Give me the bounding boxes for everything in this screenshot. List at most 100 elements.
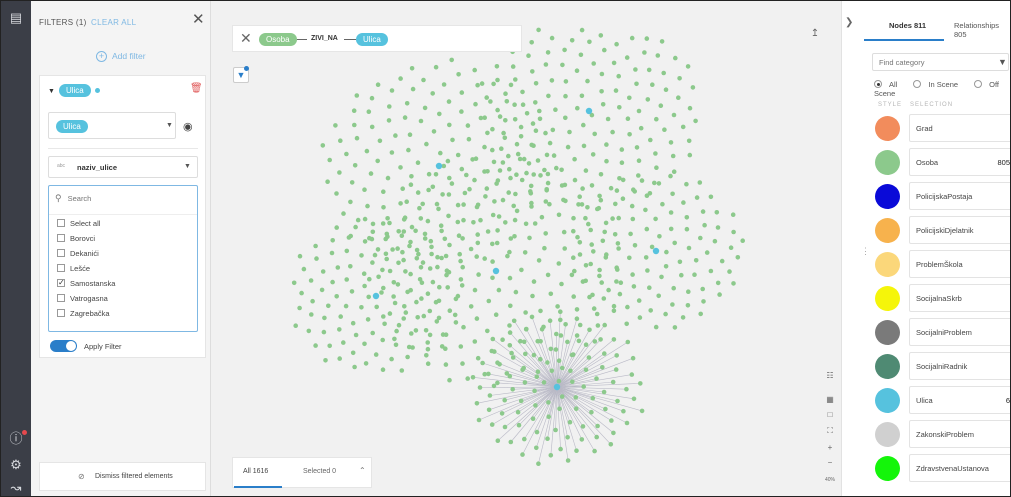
osoba-node[interactable]: [484, 186, 490, 191]
osoba-node[interactable]: [490, 241, 495, 247]
osoba-node[interactable]: [363, 361, 369, 366]
osoba-node[interactable]: [450, 137, 455, 143]
osoba-node[interactable]: [512, 117, 518, 122]
osoba-node[interactable]: [583, 278, 588, 284]
osoba-node[interactable]: [429, 244, 434, 250]
osoba-node[interactable]: [598, 197, 604, 203]
osoba-node[interactable]: [380, 367, 386, 373]
find-category-input[interactable]: [879, 58, 989, 67]
osoba-node[interactable]: [431, 129, 437, 134]
osoba-node[interactable]: [612, 232, 618, 237]
osoba-node[interactable]: [496, 214, 502, 219]
osoba-node[interactable]: [636, 108, 642, 114]
osoba-node[interactable]: [313, 343, 318, 348]
category-row[interactable]: SocijalniRadnik: [873, 350, 1010, 384]
osoba-node[interactable]: [440, 192, 445, 197]
osoba-node[interactable]: [499, 411, 505, 416]
osoba-node[interactable]: [630, 272, 635, 277]
osoba-node[interactable]: [467, 186, 472, 192]
osoba-node[interactable]: [673, 55, 678, 61]
osoba-node[interactable]: [334, 294, 339, 299]
osoba-node[interactable]: [627, 255, 632, 261]
osoba-node[interactable]: [400, 186, 405, 191]
osoba-node[interactable]: [708, 268, 714, 274]
find-category-field[interactable]: ▼: [872, 53, 1009, 71]
osoba-node[interactable]: [293, 323, 298, 329]
osoba-node[interactable]: [344, 277, 349, 282]
osoba-node[interactable]: [659, 39, 665, 44]
osoba-node[interactable]: [319, 287, 325, 293]
osoba-node[interactable]: [668, 140, 674, 145]
osoba-node[interactable]: [458, 277, 464, 282]
osoba-node[interactable]: [409, 224, 415, 230]
osoba-node[interactable]: [611, 337, 617, 342]
osoba-node[interactable]: [510, 64, 516, 69]
osoba-node[interactable]: [581, 384, 586, 389]
osoba-node[interactable]: [715, 280, 721, 286]
osoba-node[interactable]: [433, 172, 439, 177]
osoba-node[interactable]: [408, 287, 413, 293]
osoba-node[interactable]: [362, 216, 368, 222]
osoba-node[interactable]: [514, 172, 519, 177]
osoba-node[interactable]: [522, 436, 527, 442]
hierarchy-layout-icon[interactable]: ☷: [823, 369, 837, 383]
osoba-node[interactable]: [602, 229, 607, 235]
osoba-node[interactable]: [571, 228, 576, 234]
osoba-node[interactable]: [558, 309, 563, 315]
osoba-node[interactable]: [445, 158, 451, 164]
osoba-node[interactable]: [513, 191, 518, 197]
osoba-node[interactable]: [617, 291, 623, 297]
osoba-node[interactable]: [330, 238, 335, 243]
category-row[interactable]: ZakonskiProblem: [873, 418, 1010, 452]
value-item[interactable]: Lešće: [57, 263, 90, 275]
osoba-node[interactable]: [611, 308, 617, 314]
osoba-node[interactable]: [536, 27, 541, 33]
category-color-swatch[interactable]: [875, 116, 900, 141]
osoba-node[interactable]: [719, 258, 725, 264]
osoba-node[interactable]: [443, 253, 449, 259]
osoba-node[interactable]: [434, 201, 440, 207]
osoba-node[interactable]: [475, 355, 481, 361]
osoba-node[interactable]: [475, 82, 480, 88]
osoba-node[interactable]: [425, 218, 431, 224]
osoba-node[interactable]: [455, 152, 461, 158]
osoba-node[interactable]: [518, 134, 524, 139]
osoba-node[interactable]: [475, 232, 481, 237]
osoba-node[interactable]: [520, 452, 525, 457]
osoba-node[interactable]: [474, 316, 480, 321]
osoba-node[interactable]: [430, 91, 435, 96]
osoba-node[interactable]: [672, 325, 678, 330]
osoba-node[interactable]: [483, 194, 488, 199]
osoba-node[interactable]: [554, 331, 559, 337]
osoba-node[interactable]: [429, 251, 434, 257]
osoba-node[interactable]: [685, 303, 691, 308]
osoba-node[interactable]: [686, 138, 692, 144]
osoba-node[interactable]: [638, 125, 644, 131]
query-from-node[interactable]: Osoba: [259, 33, 297, 46]
osoba-node[interactable]: [518, 338, 523, 344]
osoba-node[interactable]: [416, 251, 421, 257]
osoba-node[interactable]: [392, 300, 398, 306]
osoba-node[interactable]: [597, 267, 602, 273]
osoba-node[interactable]: [629, 35, 635, 41]
osoba-node[interactable]: [618, 280, 624, 286]
menu-icon[interactable]: ▤: [7, 9, 25, 27]
osoba-node[interactable]: [572, 156, 577, 162]
osoba-node[interactable]: [542, 245, 547, 251]
ulica-node[interactable]: [492, 267, 500, 275]
osoba-node[interactable]: [740, 238, 745, 243]
osoba-node[interactable]: [592, 448, 597, 454]
zoom-in-icon[interactable]: +: [823, 441, 837, 455]
osoba-node[interactable]: [468, 246, 474, 252]
osoba-node[interactable]: [547, 140, 553, 146]
osoba-node[interactable]: [624, 55, 630, 60]
osoba-node[interactable]: [643, 255, 649, 260]
osoba-node[interactable]: [389, 150, 395, 155]
osoba-node[interactable]: [418, 216, 424, 221]
osoba-node[interactable]: [614, 41, 619, 47]
osoba-node[interactable]: [393, 133, 398, 138]
osoba-node[interactable]: [350, 350, 356, 356]
osoba-node[interactable]: [436, 298, 442, 304]
osoba-node[interactable]: [620, 196, 626, 201]
osoba-node[interactable]: [325, 179, 330, 184]
